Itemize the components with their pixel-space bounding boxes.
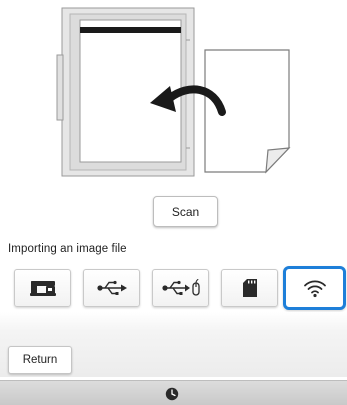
import-section-label: Importing an image file [8,243,127,255]
scan-button[interactable]: Scan [153,196,218,227]
scanner-illustration-svg [56,7,291,177]
return-button[interactable]: Return [8,346,72,374]
wifi-icon [303,280,326,298]
import-sd-card-button[interactable] [221,269,278,307]
sd-card-icon [242,279,257,297]
import-wireless-button[interactable] [283,266,346,310]
import-machine-button[interactable] [14,269,71,307]
scanner-bar [80,27,181,33]
import-usb-mouse-button[interactable] [152,269,209,307]
embroidery-machine-icon [29,281,56,296]
scan-illustration [0,0,347,190]
scanner-side-clip [56,54,64,121]
usb-icon [96,280,127,295]
import-usb-button[interactable] [83,269,140,307]
status-bar [0,380,347,405]
clock-icon [165,387,179,401]
paper-fold [265,147,291,174]
usb-mouse-icon [161,279,200,296]
